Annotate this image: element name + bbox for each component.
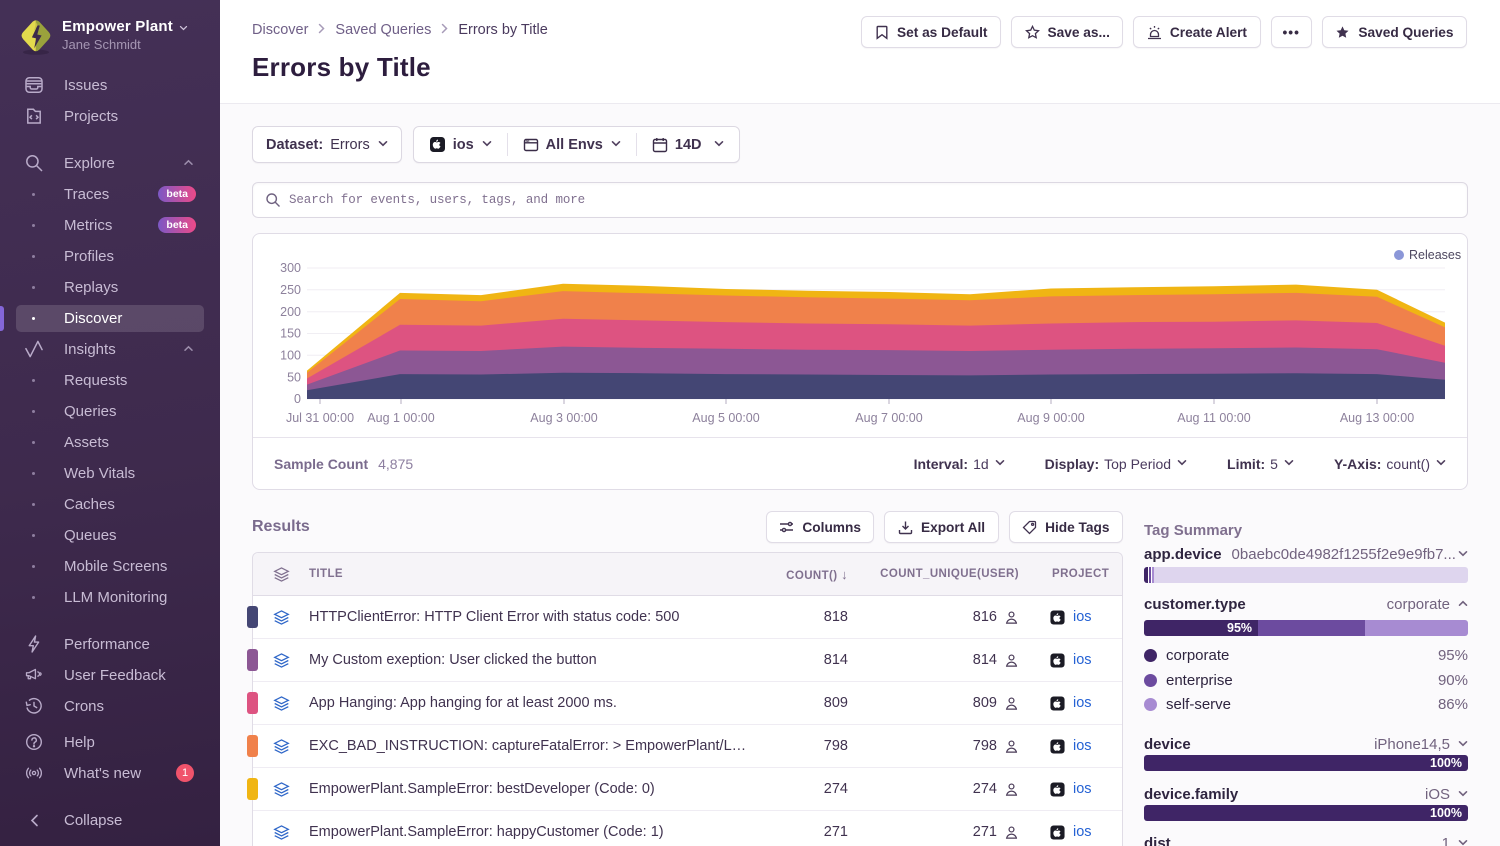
svg-text:0: 0 [294,392,301,406]
svg-text:250: 250 [280,283,301,297]
svg-text:Aug 1 00:00: Aug 1 00:00 [367,411,434,425]
svg-text:Aug 5 00:00: Aug 5 00:00 [692,411,759,425]
svg-text:Jul 31 00:00: Jul 31 00:00 [286,411,354,425]
svg-text:Aug 3 00:00: Aug 3 00:00 [530,411,597,425]
svg-text:100: 100 [280,349,301,363]
svg-text:50: 50 [287,371,301,385]
svg-text:200: 200 [280,305,301,319]
svg-text:Aug 11 00:00: Aug 11 00:00 [1177,411,1250,425]
svg-text:Aug 13 00:00: Aug 13 00:00 [1340,411,1414,425]
svg-text:Releases: Releases [1409,248,1461,262]
svg-text:Aug 7 00:00: Aug 7 00:00 [855,411,922,425]
svg-text:Aug 9 00:00: Aug 9 00:00 [1017,411,1084,425]
svg-text:300: 300 [280,261,301,275]
svg-text:150: 150 [280,327,301,341]
